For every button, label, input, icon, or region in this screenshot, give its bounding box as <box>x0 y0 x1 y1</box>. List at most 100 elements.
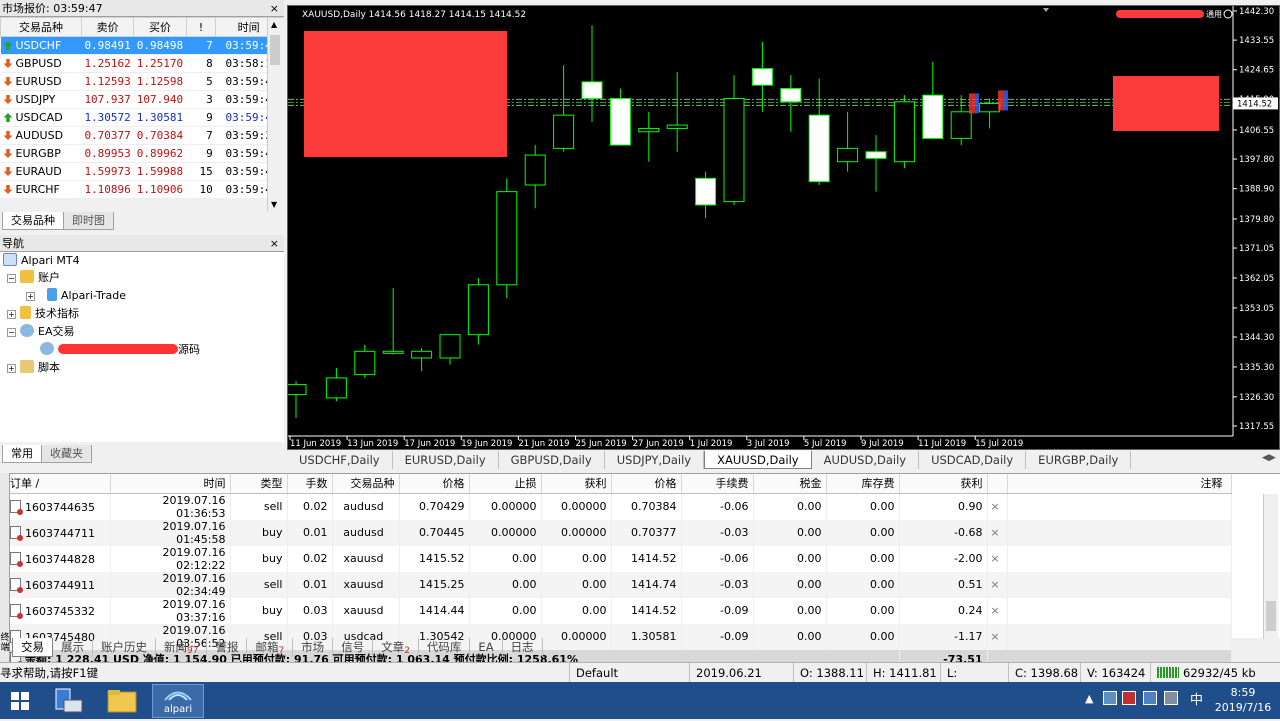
trade-header-9[interactable]: 手续费 <box>681 474 754 494</box>
scroll-up-icon[interactable]: ▲ <box>271 20 277 29</box>
chart-tab-eurgbp[interactable]: EURGBP,Daily <box>1026 451 1132 469</box>
nav-account-item[interactable]: + Alpari-Trade <box>26 287 126 305</box>
trade-header-14[interactable]: 注释 <box>1007 474 1232 494</box>
trade-header-5[interactable]: 价格 <box>399 474 470 494</box>
scroll-thumb[interactable] <box>1266 601 1276 631</box>
mw-header-1[interactable]: 卖价 <box>80 17 135 37</box>
trade-header-7[interactable]: 获利 <box>541 474 612 494</box>
tray-security-icon[interactable] <box>1122 691 1136 705</box>
terminal-scrollbar[interactable] <box>1263 494 1278 639</box>
trade-header-2[interactable]: 类型 <box>230 474 288 494</box>
expand-icon[interactable]: + <box>7 310 16 319</box>
mw-tab-0[interactable]: 交易品种 <box>2 212 64 230</box>
trade-header-8[interactable]: 价格 <box>611 474 682 494</box>
close-order-icon[interactable]: × <box>987 493 1008 520</box>
status-profile[interactable]: Default <box>569 663 689 683</box>
trade-header-1[interactable]: 时间 <box>110 474 231 494</box>
trade-header-12[interactable]: 获利 <box>899 474 988 494</box>
trade-header-10[interactable]: 税金 <box>753 474 827 494</box>
close-icon[interactable]: × <box>270 0 279 17</box>
chart-tab-usdjpy[interactable]: USDJPY,Daily <box>605 451 705 469</box>
nav-ea[interactable]: − EA交易 <box>7 323 74 341</box>
trade-row[interactable]: 1603744828 2019.07.16 02:12:22 buy 0.02 xauu… <box>10 545 1232 572</box>
mw-header-2[interactable]: 买价 <box>133 17 187 37</box>
terminal-tab-9[interactable]: 代码库 <box>419 638 471 657</box>
trade-header-3[interactable]: 手数 <box>287 474 333 494</box>
chart-tab-usdcad[interactable]: USDCAD,Daily <box>919 451 1027 469</box>
scroll-thumb[interactable] <box>270 35 280 65</box>
tray-network-icon[interactable] <box>1103 691 1117 705</box>
nav-accounts[interactable]: − 账户 <box>7 269 60 287</box>
nav-ea-item[interactable]: 源码 <box>40 341 200 359</box>
nav-root[interactable]: Alpari MT4 <box>3 252 80 270</box>
close-order-icon[interactable]: × <box>987 597 1008 624</box>
status-traffic[interactable]: 62932/45 kb <box>1150 663 1280 683</box>
trade-header-0[interactable]: 订单 / <box>10 474 111 494</box>
mw-row-eurgbp[interactable]: EURGBP 0.89953 0.89962 9 03:59:43 <box>0 144 282 163</box>
start-button[interactable] <box>0 684 40 718</box>
tray-volume-icon[interactable] <box>1164 691 1178 705</box>
terminal-tab-0[interactable]: 交易 <box>12 638 53 657</box>
nav-tab-0[interactable]: 常用 <box>2 445 42 463</box>
trade-row[interactable]: 1603744711 2019.07.16 01:45:58 buy 0.01 audu… <box>10 519 1232 546</box>
terminal-tab-5[interactable]: 邮箱7 <box>247 638 294 657</box>
mw-symbol[interactable]: USDCAD <box>0 108 82 127</box>
mw-row-usdcad[interactable]: USDCAD 1.30572 1.30581 9 03:59:47 <box>0 108 282 127</box>
terminal-tab-6[interactable]: 市场 <box>293 638 334 657</box>
trade-header-4[interactable]: 交易品种 <box>332 474 400 494</box>
collapse-icon[interactable]: − <box>7 274 16 283</box>
mw-tab-1[interactable]: 即时图 <box>63 212 114 230</box>
trade-row[interactable]: 1603744635 2019.07.16 01:36:53 sell 0.02 aud… <box>10 493 1232 520</box>
close-order-icon[interactable]: × <box>987 623 1008 650</box>
close-order-icon[interactable]: × <box>987 519 1008 546</box>
terminal-tab-3[interactable]: 新闻97 <box>156 638 208 657</box>
nav-scripts[interactable]: + 脚本 <box>7 359 60 377</box>
mw-row-eurchf[interactable]: EURCHF 1.10896 1.10906 10 03:59:43 <box>0 180 282 199</box>
tray-clock[interactable]: 8:59 2019/7/16 <box>1212 685 1274 715</box>
terminal-side-handle[interactable]: 终端 <box>0 473 10 662</box>
nav-indicators[interactable]: + 技术指标 <box>7 305 79 323</box>
close-order-icon[interactable]: × <box>987 571 1008 598</box>
taskbar-server-manager[interactable] <box>46 684 90 718</box>
chart-tabs-scroll-icon[interactable]: ◀▶ <box>1262 453 1276 463</box>
nav-tab-1[interactable]: 收藏夹 <box>41 445 92 463</box>
scroll-down-icon[interactable]: ▼ <box>271 200 277 209</box>
close-icon[interactable]: × <box>270 235 279 252</box>
tray-display-icon[interactable] <box>1143 691 1157 705</box>
mw-symbol[interactable]: USDCHF <box>0 36 82 55</box>
price-chart[interactable]: XAUUSD,Daily 1414.56 1418.27 1414.15 141… <box>285 5 1280 450</box>
taskbar-explorer[interactable] <box>100 684 144 718</box>
mw-symbol[interactable]: AUDUSD <box>0 126 82 145</box>
terminal-tab-8[interactable]: 文章2 <box>373 638 419 657</box>
terminal-tab-10[interactable]: EA <box>470 638 503 657</box>
terminal-tab-2[interactable]: 账户历史 <box>93 638 156 657</box>
mw-symbol[interactable]: EURAUD <box>0 162 82 181</box>
mw-symbol[interactable]: EURCHF <box>0 180 82 199</box>
mw-header-3[interactable]: ! <box>185 17 217 37</box>
chart-canvas[interactable]: XAUUSD,Daily 1414.56 1418.27 1414.15 141… <box>285 6 1279 449</box>
mw-row-usdjpy[interactable]: USDJPY 107.937 107.940 3 03:59:47 <box>0 90 282 109</box>
mw-symbol[interactable]: USDJPY <box>0 90 82 109</box>
terminal-tab-7[interactable]: 信号 <box>333 638 374 657</box>
trade-row[interactable]: 1603744911 2019.07.16 02:34:49 sell 0.01 xau… <box>10 571 1232 598</box>
mw-symbol[interactable]: EURUSD <box>0 72 82 91</box>
expand-icon[interactable]: + <box>7 364 16 373</box>
trade-header-6[interactable]: 止损 <box>469 474 542 494</box>
chart-tab-usdchf[interactable]: USDCHF,Daily <box>287 451 393 469</box>
mw-row-eurusd[interactable]: EURUSD 1.12593 1.12598 5 03:59:41 <box>0 72 282 91</box>
taskbar-alpari[interactable]: alpari <box>152 684 204 718</box>
chart-tab-audusd[interactable]: AUDUSD,Daily <box>812 451 920 469</box>
mw-row-usdchf[interactable]: USDCHF 0.98491 0.98498 7 03:59:43 <box>0 36 282 55</box>
mw-header-0[interactable]: 交易品种 <box>0 17 82 37</box>
mw-row-audusd[interactable]: AUDUSD 0.70377 0.70384 7 03:59:35 <box>0 126 282 145</box>
collapse-icon[interactable]: − <box>7 328 16 337</box>
mw-symbol[interactable]: GBPUSD <box>0 54 82 73</box>
expand-icon[interactable]: + <box>26 292 35 301</box>
trade-row[interactable]: 1603745332 2019.07.16 03:37:16 buy 0.03 xauu… <box>10 597 1232 624</box>
mw-symbol[interactable]: EURGBP <box>0 144 82 163</box>
terminal-tab-1[interactable]: 展示 <box>53 638 93 657</box>
tray-ime[interactable]: 中 <box>1190 689 1203 708</box>
chart-tab-eurusd[interactable]: EURUSD,Daily <box>393 451 499 469</box>
terminal-tab-11[interactable]: 日志 <box>503 638 543 657</box>
tray-expand-icon[interactable]: ▲ <box>1085 692 1093 705</box>
